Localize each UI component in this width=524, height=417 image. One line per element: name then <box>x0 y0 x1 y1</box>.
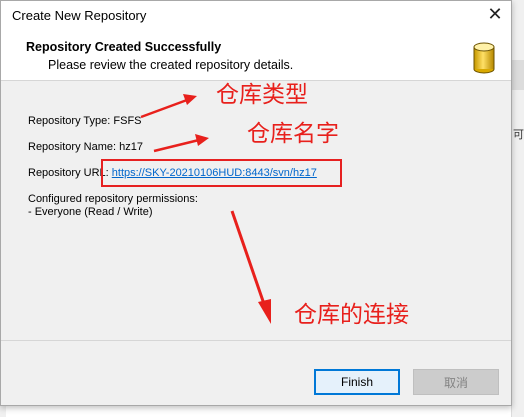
window-title: Create New Repository <box>12 8 147 23</box>
background-text: 可项 <box>513 128 524 141</box>
background-strip <box>512 60 524 90</box>
details-panel: Repository Type: FSFS Repository Name: h… <box>1 81 511 341</box>
close-button[interactable]: ✕ <box>479 1 511 29</box>
permissions-value: - Everyone (Read / Write) <box>28 206 153 218</box>
cancel-button[interactable]: 取消 <box>413 369 499 395</box>
repository-name: Repository Name: hz17 <box>28 141 143 153</box>
url-highlight-box <box>101 159 342 187</box>
button-bar: Finish 取消 <box>1 341 511 405</box>
close-icon: ✕ <box>487 4 503 25</box>
permissions-label: Configured repository permissions: <box>28 193 198 205</box>
database-icon <box>473 42 495 74</box>
title-bar: Create New Repository ✕ <box>1 1 511 31</box>
create-repository-dialog: Create New Repository ✕ Repository Creat… <box>0 0 512 406</box>
repository-type: Repository Type: FSFS <box>28 115 142 127</box>
wizard-header: Repository Created Successfully Please r… <box>1 31 511 81</box>
annotation-repo-type: 仓库类型 <box>216 82 308 108</box>
annotation-repo-name: 仓库名字 <box>247 121 339 147</box>
annotation-repo-url: 仓库的连接 <box>294 302 409 328</box>
background-window-right: 可项 <box>511 0 524 417</box>
repository-url-label: Repository URL: <box>28 167 109 179</box>
header-title: Repository Created Successfully <box>26 40 222 54</box>
finish-button[interactable]: Finish <box>314 369 400 395</box>
header-subtitle: Please review the created repository det… <box>48 58 294 72</box>
